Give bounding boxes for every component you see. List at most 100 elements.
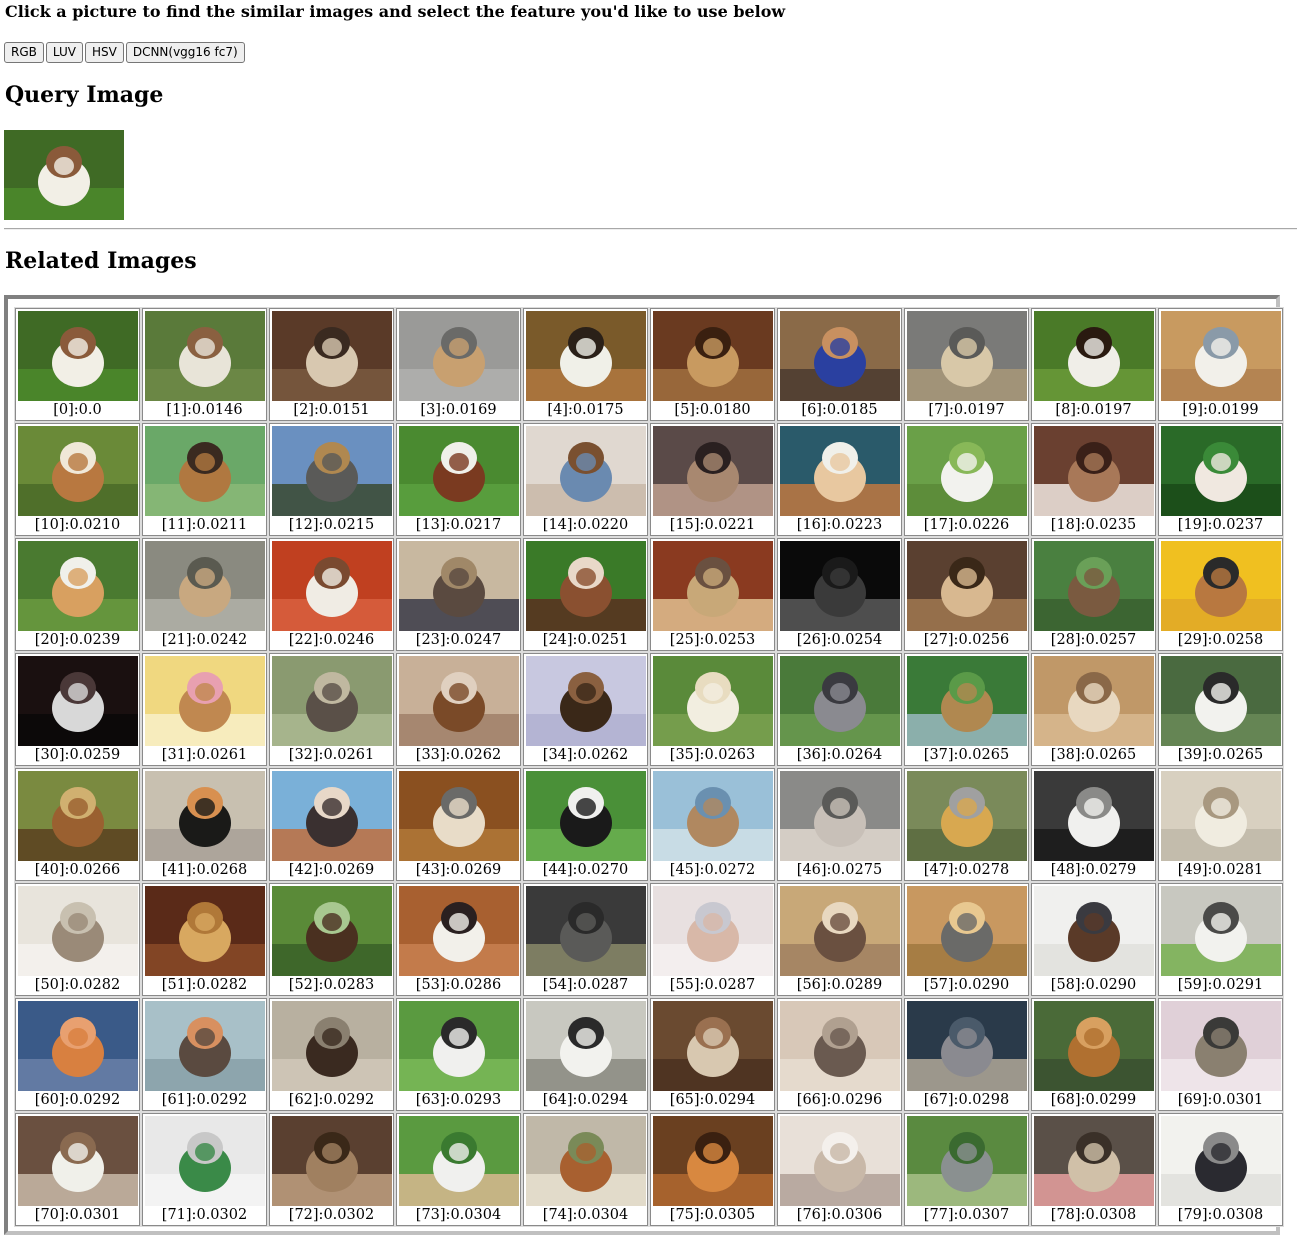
result-image[interactable] (1160, 541, 1281, 631)
result-cell[interactable]: [76]:0.0306 (776, 1112, 903, 1227)
result-cell[interactable]: [20]:0.0239 (14, 537, 141, 652)
result-cell[interactable]: [26]:0.0254 (776, 537, 903, 652)
result-image[interactable] (398, 426, 519, 516)
result-cell[interactable]: [25]:0.0253 (649, 537, 776, 652)
result-image[interactable] (652, 1116, 773, 1206)
result-image[interactable] (779, 1116, 900, 1206)
result-image[interactable] (779, 426, 900, 516)
result-cell[interactable]: [11]:0.0211 (141, 422, 268, 537)
result-cell[interactable]: [72]:0.0302 (268, 1112, 395, 1227)
result-cell[interactable]: [12]:0.0215 (268, 422, 395, 537)
result-image[interactable] (779, 771, 900, 861)
result-image[interactable] (906, 886, 1027, 976)
result-cell[interactable]: [34]:0.0262 (522, 652, 649, 767)
result-cell[interactable]: [38]:0.0265 (1030, 652, 1157, 767)
result-image[interactable] (398, 886, 519, 976)
result-image[interactable] (1160, 311, 1281, 401)
result-image[interactable] (1160, 886, 1281, 976)
result-cell[interactable]: [78]:0.0308 (1030, 1112, 1157, 1227)
result-cell[interactable]: [1]:0.0146 (141, 307, 268, 422)
result-cell[interactable]: [51]:0.0282 (141, 882, 268, 997)
result-cell[interactable]: [48]:0.0279 (1030, 767, 1157, 882)
result-image[interactable] (271, 541, 392, 631)
result-image[interactable] (652, 426, 773, 516)
result-cell[interactable]: [53]:0.0286 (395, 882, 522, 997)
result-image[interactable] (779, 886, 900, 976)
result-image[interactable] (652, 886, 773, 976)
result-image[interactable] (17, 541, 138, 631)
result-cell[interactable]: [16]:0.0223 (776, 422, 903, 537)
result-cell[interactable]: [44]:0.0270 (522, 767, 649, 882)
result-cell[interactable]: [58]:0.0290 (1030, 882, 1157, 997)
result-cell[interactable]: [71]:0.0302 (141, 1112, 268, 1227)
result-image[interactable] (1160, 656, 1281, 746)
result-image[interactable] (525, 656, 646, 746)
result-cell[interactable]: [39]:0.0265 (1157, 652, 1284, 767)
result-cell[interactable]: [52]:0.0283 (268, 882, 395, 997)
result-image[interactable] (1033, 541, 1154, 631)
result-image[interactable] (271, 886, 392, 976)
result-cell[interactable]: [43]:0.0269 (395, 767, 522, 882)
result-cell[interactable]: [56]:0.0289 (776, 882, 903, 997)
result-cell[interactable]: [31]:0.0261 (141, 652, 268, 767)
result-cell[interactable]: [40]:0.0266 (14, 767, 141, 882)
result-cell[interactable]: [8]:0.0197 (1030, 307, 1157, 422)
result-cell[interactable]: [61]:0.0292 (141, 997, 268, 1112)
result-cell[interactable]: [33]:0.0262 (395, 652, 522, 767)
result-image[interactable] (17, 1001, 138, 1091)
result-image[interactable] (1160, 426, 1281, 516)
result-image[interactable] (1033, 771, 1154, 861)
result-image[interactable] (906, 656, 1027, 746)
result-image[interactable] (652, 656, 773, 746)
result-cell[interactable]: [22]:0.0246 (268, 537, 395, 652)
result-image[interactable] (144, 656, 265, 746)
result-image[interactable] (906, 771, 1027, 861)
result-cell[interactable]: [24]:0.0251 (522, 537, 649, 652)
result-cell[interactable]: [0]:0.0 (14, 307, 141, 422)
result-cell[interactable]: [15]:0.0221 (649, 422, 776, 537)
result-image[interactable] (144, 311, 265, 401)
result-image[interactable] (398, 771, 519, 861)
result-cell[interactable]: [79]:0.0308 (1157, 1112, 1284, 1227)
result-cell[interactable]: [59]:0.0291 (1157, 882, 1284, 997)
result-image[interactable] (906, 1001, 1027, 1091)
result-image[interactable] (779, 656, 900, 746)
result-cell[interactable]: [18]:0.0235 (1030, 422, 1157, 537)
result-image[interactable] (398, 1001, 519, 1091)
result-image[interactable] (17, 426, 138, 516)
result-image[interactable] (906, 311, 1027, 401)
result-image[interactable] (271, 1001, 392, 1091)
result-image[interactable] (1033, 1116, 1154, 1206)
feature-button-dcnn[interactable]: DCNN(vgg16 fc7) (125, 42, 245, 63)
result-image[interactable] (17, 311, 138, 401)
result-image[interactable] (144, 1116, 265, 1206)
result-cell[interactable]: [46]:0.0275 (776, 767, 903, 882)
result-cell[interactable]: [50]:0.0282 (14, 882, 141, 997)
result-cell[interactable]: [37]:0.0265 (903, 652, 1030, 767)
result-image[interactable] (17, 771, 138, 861)
result-image[interactable] (779, 1001, 900, 1091)
result-image[interactable] (398, 541, 519, 631)
result-cell[interactable]: [2]:0.0151 (268, 307, 395, 422)
result-cell[interactable]: [65]:0.0294 (649, 997, 776, 1112)
result-cell[interactable]: [6]:0.0185 (776, 307, 903, 422)
result-image[interactable] (1033, 1001, 1154, 1091)
result-image[interactable] (398, 1116, 519, 1206)
result-cell[interactable]: [35]:0.0263 (649, 652, 776, 767)
result-cell[interactable]: [68]:0.0299 (1030, 997, 1157, 1112)
result-cell[interactable]: [64]:0.0294 (522, 997, 649, 1112)
feature-button-luv[interactable]: LUV (45, 42, 83, 63)
result-image[interactable] (906, 426, 1027, 516)
result-cell[interactable]: [4]:0.0175 (522, 307, 649, 422)
result-cell[interactable]: [13]:0.0217 (395, 422, 522, 537)
result-cell[interactable]: [74]:0.0304 (522, 1112, 649, 1227)
result-cell[interactable]: [21]:0.0242 (141, 537, 268, 652)
result-image[interactable] (144, 426, 265, 516)
result-image[interactable] (652, 311, 773, 401)
result-image[interactable] (17, 656, 138, 746)
result-image[interactable] (906, 1116, 1027, 1206)
result-image[interactable] (1033, 426, 1154, 516)
result-image[interactable] (652, 541, 773, 631)
result-cell[interactable]: [66]:0.0296 (776, 997, 903, 1112)
result-image[interactable] (525, 1001, 646, 1091)
